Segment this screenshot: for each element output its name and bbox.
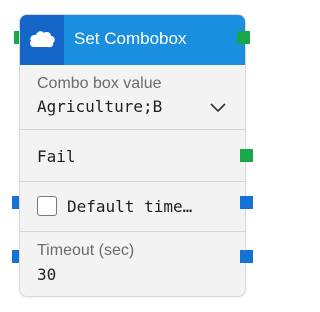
node-header[interactable]: Set Combobox bbox=[20, 15, 245, 65]
set-combobox-node[interactable]: Set Combobox Combo box value Agriculture… bbox=[19, 14, 246, 297]
default-timeout-output-port[interactable] bbox=[240, 196, 253, 209]
fail-output-port[interactable] bbox=[240, 149, 253, 162]
divider bbox=[20, 181, 245, 182]
combo-box-value[interactable]: Agriculture;B bbox=[37, 97, 205, 116]
node-title: Set Combobox bbox=[74, 29, 187, 48]
divider bbox=[20, 129, 245, 130]
timeout-output-port[interactable] bbox=[240, 250, 253, 263]
default-timeout-label[interactable]: Default time… bbox=[67, 197, 227, 216]
timeout-label: Timeout (sec) bbox=[37, 242, 135, 259]
salesforce-cloud-icon bbox=[30, 31, 55, 48]
combo-box-label: Combo box value bbox=[37, 75, 162, 92]
divider bbox=[20, 231, 245, 232]
timeout-value[interactable]: 30 bbox=[37, 265, 56, 284]
fail-output-label: Fail bbox=[37, 147, 76, 166]
chevron-down-icon[interactable] bbox=[210, 103, 226, 113]
default-timeout-checkbox[interactable] bbox=[37, 196, 57, 216]
node-icon-tile bbox=[20, 15, 64, 65]
flow-output-port[interactable] bbox=[237, 31, 250, 44]
